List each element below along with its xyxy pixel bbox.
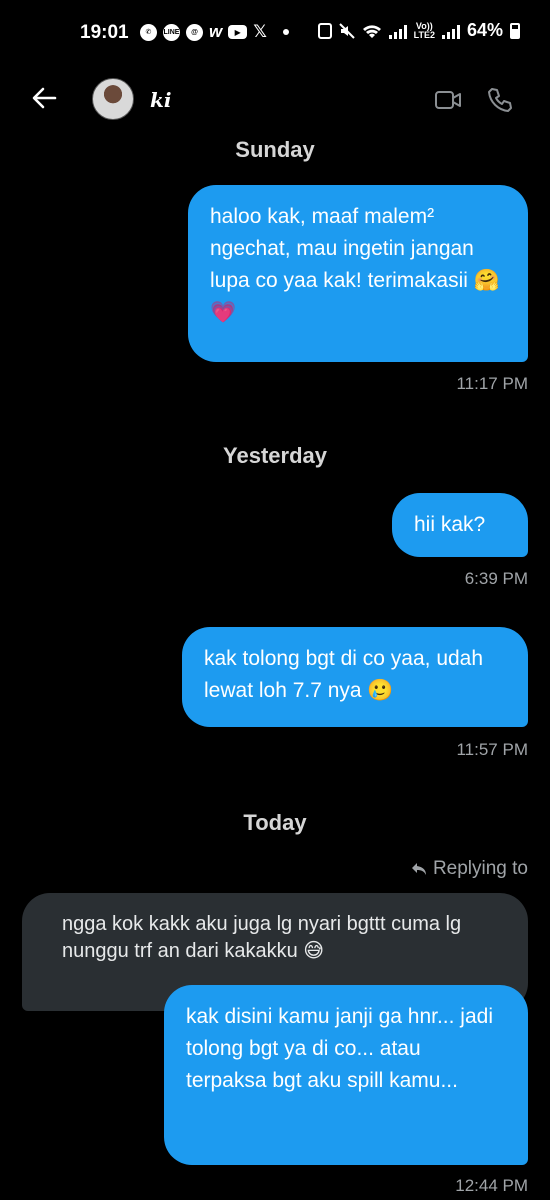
webtoon-icon: w	[209, 22, 223, 41]
avatar[interactable]	[92, 78, 134, 120]
signal-icon-2	[441, 23, 460, 39]
outgoing-message[interactable]: haloo kak, maaf malem² ngechat, mau inge…	[188, 185, 528, 362]
chat-header: ki	[0, 72, 550, 132]
message-timestamp: 11:17 PM	[456, 374, 528, 393]
status-time: 19:01	[80, 22, 129, 43]
reply-label: Replying to	[432, 858, 528, 879]
status-app-icons: ✆ LINE @ w ▶ 𝕏	[140, 22, 289, 42]
message-text: hii kak?	[414, 513, 486, 536]
message-text: haloo kak, maaf malem² ngechat, mau inge…	[210, 205, 500, 324]
wifi-icon	[362, 24, 381, 38]
message-text: kak tolong bgt di co yaa, udah lewat loh…	[204, 647, 484, 702]
message-text: kak disini kamu janji ga hnr... jadi tol…	[186, 1005, 493, 1092]
signal-icon	[388, 23, 407, 39]
threads-icon: @	[186, 23, 203, 41]
reply-arrow-icon	[411, 863, 426, 875]
message-text: ngga kok kakk aku juga lg nyari bgttt cu…	[62, 913, 462, 962]
mute-icon	[338, 22, 355, 39]
day-separator: Sunday	[235, 137, 315, 162]
battery-percent: 64%	[466, 20, 503, 40]
day-separator: Yesterday	[223, 443, 327, 468]
alarm-icon	[317, 22, 332, 39]
youtube-icon: ▶	[228, 25, 248, 39]
lte-label: Vo)) LTE2	[413, 20, 435, 40]
video-call-icon[interactable]	[434, 88, 462, 112]
whatsapp-icon: ✆	[140, 23, 157, 41]
more-notifications-dot	[282, 29, 289, 35]
message-timestamp: 6:39 PM	[464, 569, 528, 588]
outgoing-message[interactable]: kak disini kamu janji ga hnr... jadi tol…	[164, 985, 528, 1165]
replying-to-indicator[interactable]: Replying to	[411, 858, 528, 880]
outgoing-message[interactable]: hii kak?	[392, 493, 528, 557]
status-indicators: Vo)) LTE2 64%	[317, 20, 520, 41]
message-timestamp: 12:44 PM	[455, 1176, 528, 1195]
phone-call-icon[interactable]	[486, 86, 514, 114]
day-separator: Today	[243, 810, 307, 835]
message-timestamp: 11:57 PM	[456, 740, 528, 759]
battery-icon	[510, 22, 520, 39]
back-arrow-icon[interactable]	[30, 84, 58, 112]
contact-name[interactable]: ki	[150, 88, 171, 112]
status-bar: 19:01 ✆ LINE @ w ▶ 𝕏 Vo)) LTE2 64%	[0, 0, 550, 62]
line-icon: LINE	[163, 23, 180, 41]
outgoing-message[interactable]: kak tolong bgt di co yaa, udah lewat loh…	[182, 627, 528, 727]
x-icon: 𝕏	[253, 22, 267, 41]
